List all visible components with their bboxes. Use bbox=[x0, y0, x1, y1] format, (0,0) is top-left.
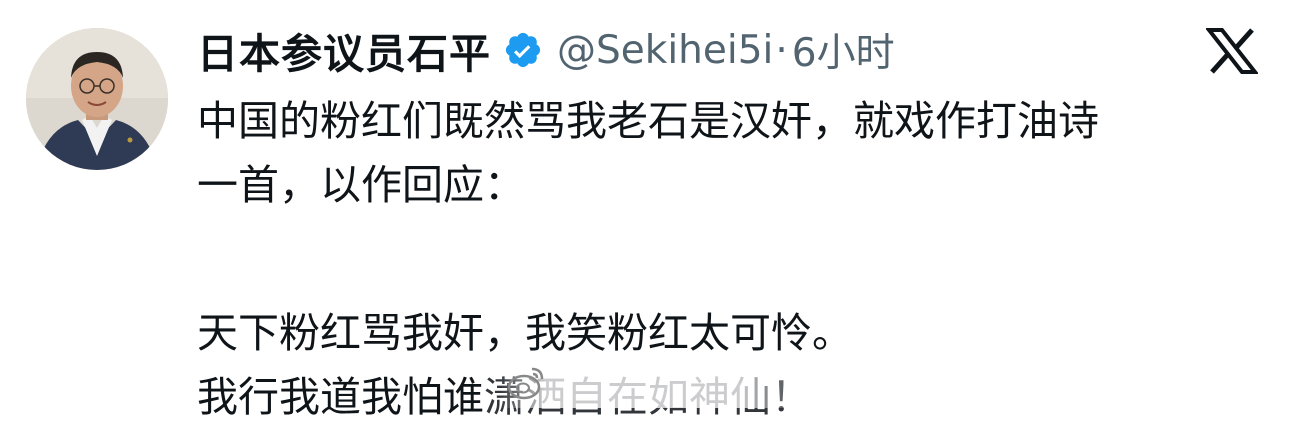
tweet-body: 中国的粉红们既然骂我老石是汉奸，就戏作打油诗 一首，以作回应： 天下粉红骂我奸，… bbox=[197, 94, 1267, 424]
verified-badge-icon bbox=[503, 30, 543, 70]
post-timestamp[interactable]: 6小时 bbox=[792, 22, 895, 78]
avatar-portrait bbox=[26, 28, 168, 170]
tweet-text-line: 中国的粉红们既然骂我老石是汉奸，就戏作打油诗 bbox=[197, 97, 1099, 145]
avatar[interactable] bbox=[26, 28, 168, 170]
tweet-header: 日本参议员石平 @Sekihei5i · 6小时 bbox=[197, 22, 895, 79]
x-logo-icon[interactable] bbox=[1206, 28, 1258, 74]
author-display-name[interactable]: 日本参议员石平 bbox=[197, 20, 491, 80]
header-separator: · bbox=[775, 27, 788, 73]
tweet-card: 日本参议员石平 @Sekihei5i · 6小时 中国的粉红们既然骂我老石是汉奸… bbox=[0, 0, 1290, 421]
author-handle[interactable]: @Sekihei5i bbox=[557, 28, 773, 73]
tweet-text-visible: 我行我道我怕谁 bbox=[197, 373, 484, 421]
tweet-text-line: 我行我道我怕谁潇洒自在如神仙！ bbox=[197, 370, 1267, 424]
tweet-text-obscured: 潇洒自在如神仙！ bbox=[484, 373, 812, 421]
tweet-text-line: 一首，以作回应： bbox=[197, 161, 525, 209]
tweet-text-line: 天下粉红骂我奸，我笑粉红太可怜。 bbox=[197, 309, 853, 357]
